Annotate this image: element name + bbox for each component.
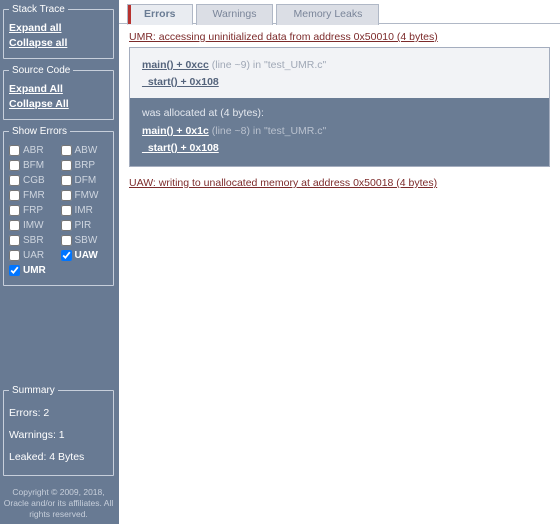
filter-checkbox-pir[interactable] (61, 220, 72, 231)
filter-checkbox-uar[interactable] (9, 250, 20, 261)
show-errors-legend: Show Errors (9, 126, 70, 137)
summary-panel: Summary Errors: 2 Warnings: 1 Leaked: 4 … (3, 385, 114, 476)
frame-loc: (line ~8) in "test_UMR.c" (209, 125, 326, 137)
filter-checkbox-fmw[interactable] (61, 190, 72, 201)
filter-label: FRP (23, 203, 43, 218)
stack-frame: main() + 0x1c (line ~8) in "test_UMR.c" (142, 123, 537, 140)
stack-trace-legend: Stack Trace (9, 4, 68, 15)
filter-checkbox-imw[interactable] (9, 220, 20, 231)
error-umr-title[interactable]: UMR: accessing uninitialized data from a… (129, 31, 550, 43)
filter-label: ABW (75, 143, 98, 158)
stack-frame: main() + 0xcc (line ~9) in "test_UMR.c" (142, 57, 537, 74)
sidebar: Stack Trace Expand all Collapse all Sour… (0, 0, 119, 524)
filter-label: CGB (23, 173, 45, 188)
filter-dfm[interactable]: DFM (61, 173, 109, 188)
stack-frame: _start() + 0x108 (142, 140, 537, 157)
filter-label: PIR (75, 218, 92, 233)
tab-bar: Errors Warnings Memory Leaks (119, 0, 560, 24)
filter-label: IMR (75, 203, 93, 218)
filter-imw[interactable]: IMW (9, 218, 57, 233)
filter-checkbox-abw[interactable] (61, 145, 72, 156)
filter-label: SBW (75, 233, 98, 248)
filter-label: ABR (23, 143, 44, 158)
summary-warnings: Warnings: 1 (9, 424, 108, 446)
filter-sbr[interactable]: SBR (9, 233, 57, 248)
filter-checkbox-brp[interactable] (61, 160, 72, 171)
filter-label: UAW (75, 248, 98, 263)
stack-frame: _start() + 0x108 (142, 74, 537, 91)
filter-fmr[interactable]: FMR (9, 188, 57, 203)
filter-label: FMW (75, 188, 99, 203)
filter-label: FMR (23, 188, 45, 203)
summary-leaked: Leaked: 4 Bytes (9, 446, 108, 468)
filter-checkbox-bfm[interactable] (9, 160, 20, 171)
collapse-all-source[interactable]: Collapse All (9, 97, 108, 112)
filter-umr[interactable]: UMR (9, 263, 57, 278)
main: Errors Warnings Memory Leaks UMR: access… (119, 0, 560, 524)
stack-trace-panel: Stack Trace Expand all Collapse all (3, 4, 114, 59)
filter-checkbox-cgb[interactable] (9, 175, 20, 186)
filter-label: DFM (75, 173, 97, 188)
filter-cgb[interactable]: CGB (9, 173, 57, 188)
expand-all-source[interactable]: Expand All (9, 82, 108, 97)
frame-fn[interactable]: _start() + 0x108 (142, 76, 219, 88)
filter-label: BFM (23, 158, 44, 173)
frame-fn[interactable]: _start() + 0x108 (142, 142, 219, 154)
filter-sbw[interactable]: SBW (61, 233, 109, 248)
summary-legend: Summary (9, 385, 58, 396)
content: UMR: accessing uninitialized data from a… (119, 24, 560, 524)
filter-label: UAR (23, 248, 44, 263)
show-errors-panel: Show Errors ABRABWBFMBRPCGBDFMFMRFMWFRPI… (3, 126, 114, 286)
filter-abr[interactable]: ABR (9, 143, 57, 158)
filter-checkbox-frp[interactable] (9, 205, 20, 216)
source-code-legend: Source Code (9, 65, 73, 76)
filter-brp[interactable]: BRP (61, 158, 109, 173)
filter-checkbox-fmr[interactable] (9, 190, 20, 201)
filter-frp[interactable]: FRP (9, 203, 57, 218)
filter-checkbox-abr[interactable] (9, 145, 20, 156)
filter-checkbox-sbw[interactable] (61, 235, 72, 246)
filter-checkbox-uaw[interactable] (61, 250, 72, 261)
filter-label: SBR (23, 233, 44, 248)
error-uaw-title[interactable]: UAW: writing to unallocated memory at ad… (129, 177, 550, 189)
frame-fn[interactable]: main() + 0xcc (142, 59, 209, 71)
alloc-block: was allocated at (4 bytes): main() + 0x1… (130, 98, 549, 166)
filter-checkbox-umr[interactable] (9, 265, 20, 276)
filter-abw[interactable]: ABW (61, 143, 109, 158)
filter-checkbox-dfm[interactable] (61, 175, 72, 186)
tab-warnings[interactable]: Warnings (196, 4, 274, 25)
tab-memory-leaks[interactable]: Memory Leaks (276, 4, 379, 25)
summary-errors: Errors: 2 (9, 402, 108, 424)
filter-pir[interactable]: PIR (61, 218, 109, 233)
filter-checkbox-imr[interactable] (61, 205, 72, 216)
error-umr-stack: main() + 0xcc (line ~9) in "test_UMR.c" … (129, 47, 550, 167)
filter-label: BRP (75, 158, 96, 173)
frame-fn[interactable]: main() + 0x1c (142, 125, 209, 137)
filter-label: IMW (23, 218, 44, 233)
collapse-all-stack[interactable]: Collapse all (9, 36, 108, 51)
filter-label: UMR (23, 263, 46, 278)
filter-bfm[interactable]: BFM (9, 158, 57, 173)
filter-uar[interactable]: UAR (9, 248, 57, 263)
copyright: Copyright © 2009, 2018, Oracle and/or it… (3, 482, 114, 522)
frame-loc: (line ~9) in "test_UMR.c" (209, 59, 326, 71)
source-code-panel: Source Code Expand All Collapse All (3, 65, 114, 120)
filter-checkbox-sbr[interactable] (9, 235, 20, 246)
expand-all-stack[interactable]: Expand all (9, 21, 108, 36)
filter-uaw[interactable]: UAW (61, 248, 109, 263)
filter-fmw[interactable]: FMW (61, 188, 109, 203)
tab-errors[interactable]: Errors (127, 4, 193, 25)
alloc-header: was allocated at (4 bytes): (142, 107, 537, 119)
filter-imr[interactable]: IMR (61, 203, 109, 218)
